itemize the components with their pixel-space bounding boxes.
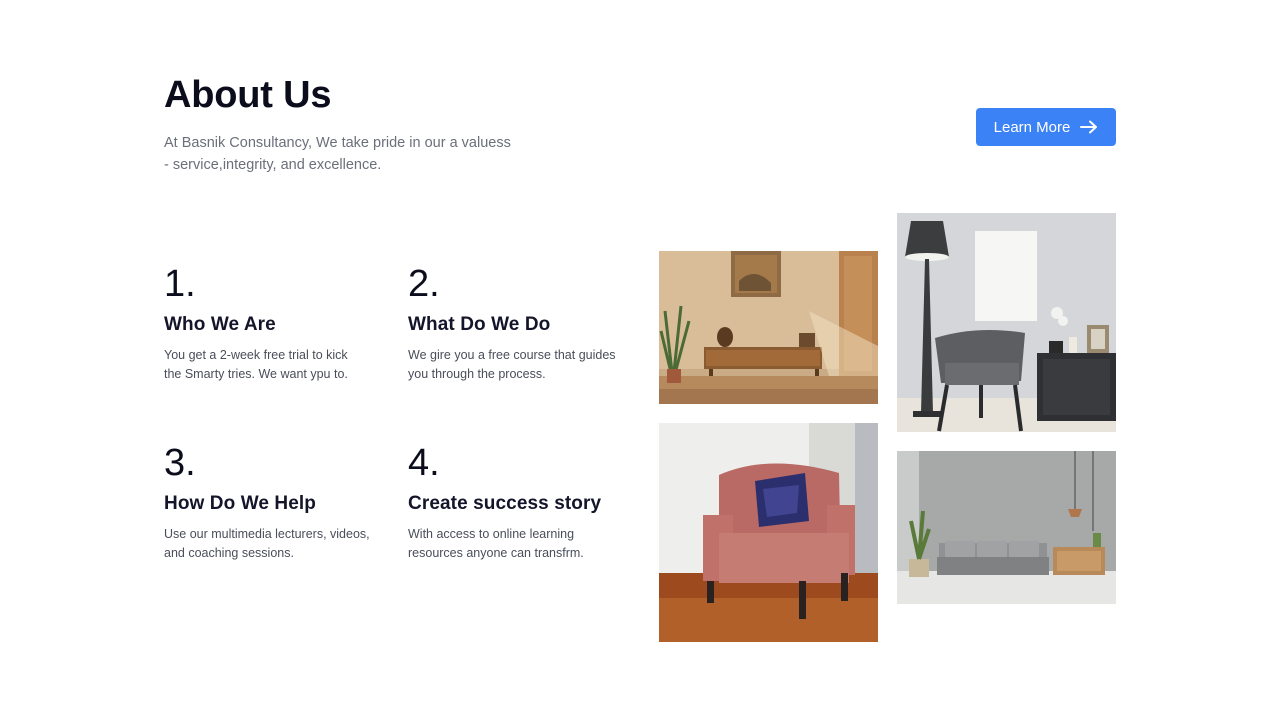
page-subtitle: At Basnik Consultancy, We take pride in … <box>164 132 524 176</box>
page-title: About Us <box>164 74 332 116</box>
feature-what-do-we-do: 2. What Do We Do We gire you a free cour… <box>408 264 633 384</box>
pink-armchair-image <box>659 423 878 642</box>
learn-more-label: Learn More <box>993 118 1071 136</box>
feature-title: Who We Are <box>164 314 276 335</box>
feature-number: 2. <box>408 263 440 305</box>
feature-who-we-are: 1. Who We Are You get a 2-week free tria… <box>164 264 389 384</box>
arrow-right-icon <box>1080 120 1098 134</box>
living-room-console-image <box>659 251 878 404</box>
feature-description: We gire you a free course that guides yo… <box>408 346 633 384</box>
feature-description-line: you through the process. <box>408 367 546 381</box>
feature-description-line: With access to online learning <box>408 527 575 541</box>
feature-description-line: You get a 2-week free trial to kick <box>164 348 348 362</box>
feature-description-line: resources anyone can transfrm. <box>408 546 584 560</box>
feature-description-line: We gire you a free course that guides <box>408 348 616 362</box>
feature-title: Create success story <box>408 493 602 514</box>
learn-more-button[interactable]: Learn More <box>976 108 1116 146</box>
feature-number: 3. <box>164 442 196 484</box>
subtitle-line-2: - service,integrity, and excellence. <box>164 157 382 173</box>
feature-description-line: and coaching sessions. <box>164 546 294 560</box>
armchair-floor-lamp-image <box>897 213 1116 432</box>
grey-sofa-image <box>897 451 1116 604</box>
feature-description: With access to online learning resources… <box>408 525 633 563</box>
feature-create-success-story: 4. Create success story With access to o… <box>408 443 633 563</box>
feature-description: Use our multimedia lecturers, videos, an… <box>164 525 389 563</box>
subtitle-line-1: At Basnik Consultancy, We take pride in … <box>164 135 511 151</box>
feature-description: You get a 2-week free trial to kick the … <box>164 346 389 384</box>
feature-number: 1. <box>164 263 196 305</box>
feature-title: What Do We Do <box>408 314 551 335</box>
feature-title: How Do We Help <box>164 493 316 514</box>
feature-number: 4. <box>408 442 440 484</box>
feature-description-line: Use our multimedia lecturers, videos, <box>164 527 370 541</box>
feature-description-line: the Smarty tries. We want ypu to. <box>164 367 348 381</box>
feature-how-do-we-help: 3. How Do We Help Use our multimedia lec… <box>164 443 389 563</box>
